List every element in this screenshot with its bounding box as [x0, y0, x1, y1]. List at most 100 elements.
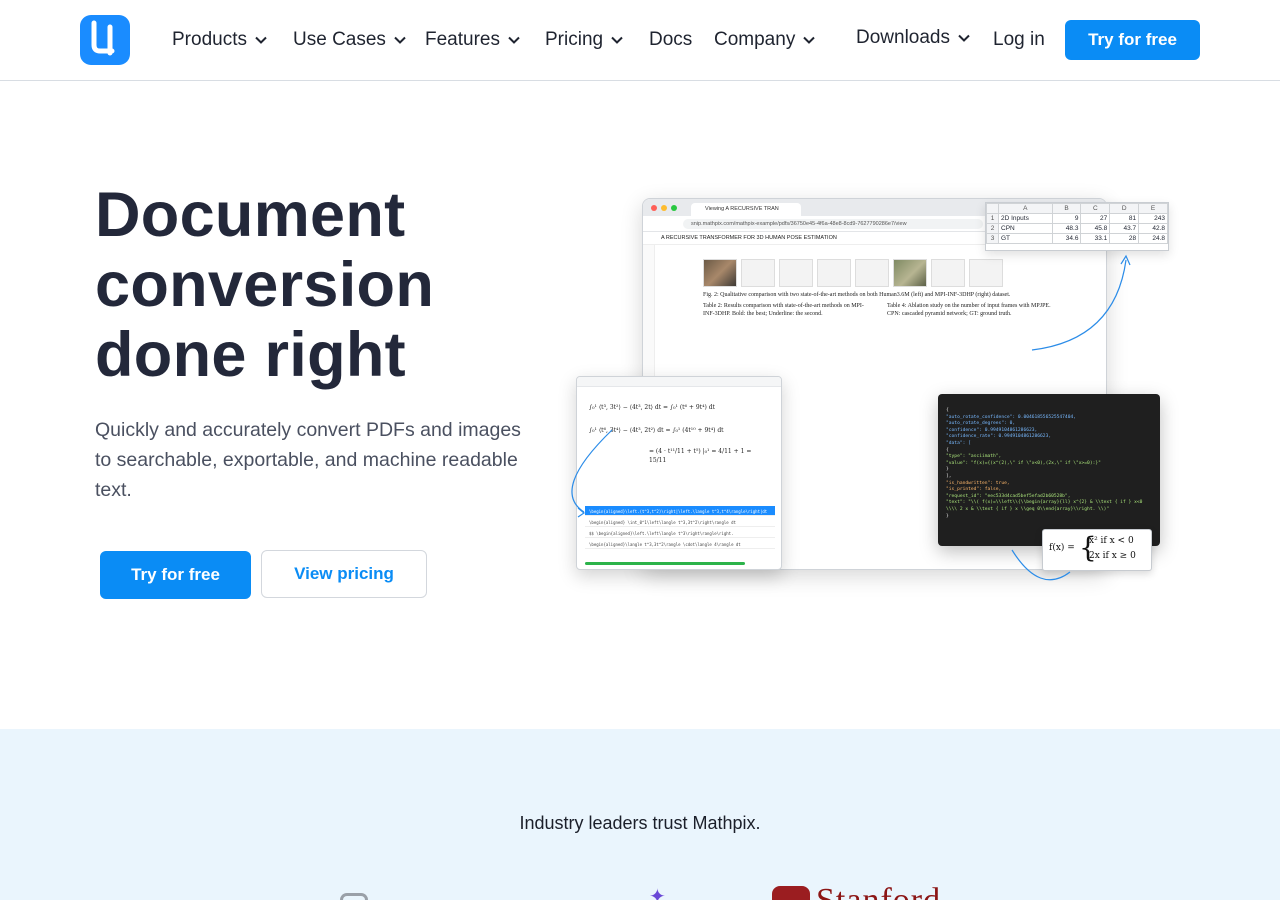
snip-result-row[interactable]: \begin{aligned}\langle t^3,3t^2\rangle \…	[585, 539, 775, 549]
star-logo-icon: ✦	[649, 886, 666, 900]
json-line: "auto_rotate_degrees": 0,	[946, 421, 1016, 427]
spreadsheet-row: 3 GT 34.6 33.1 28 24.8	[986, 233, 1168, 244]
json-line: }	[946, 467, 949, 473]
figure-caption: Fig. 2: Qualitative comparison with two …	[703, 292, 1011, 298]
nav-downloads[interactable]: Downloads	[856, 27, 971, 49]
spreadsheet-cell: 27	[1080, 213, 1111, 224]
maximize-dot-icon	[671, 204, 677, 211]
nav-products[interactable]: Products	[172, 29, 268, 51]
chevron-down-icon	[958, 34, 970, 42]
snip-toolbar	[577, 377, 781, 387]
figure-photo	[893, 259, 927, 287]
json-line: }	[946, 513, 949, 519]
spreadsheet-header-cell: C	[1080, 203, 1111, 214]
spreadsheet-cell: CPN	[998, 223, 1053, 234]
spreadsheet-header-cell: D	[1109, 203, 1140, 214]
snip-progress-bar	[585, 562, 745, 565]
spreadsheet-cell: 81	[1109, 213, 1140, 224]
json-line: "text": "\\( f(x)=\\left\\{\\begin{array…	[946, 500, 1143, 512]
row-number: 2	[986, 223, 999, 234]
spreadsheet-cell: 45.8	[1080, 223, 1111, 234]
json-output-panel: { "auto_rotate_confidence": 0.0046185565…	[938, 394, 1160, 546]
row-number: 3	[986, 233, 999, 244]
figure-pose	[969, 259, 1003, 287]
spreadsheet-header-cell: E	[1138, 203, 1168, 214]
spreadsheet-cell: 33.1	[1080, 233, 1111, 244]
trust-section: Industry leaders trust Mathpix.	[0, 729, 1280, 900]
chevron-down-icon	[611, 36, 623, 44]
hero-title-line-2: conversion	[95, 250, 435, 320]
spreadsheet-row: 2 CPN 48.3 45.8 43.7 42.8	[986, 223, 1168, 234]
spreadsheet-header-cell: B	[1051, 203, 1082, 214]
nav-features-label: Features	[425, 29, 500, 50]
hero-title-line-3: done right	[95, 320, 406, 390]
json-line: "is_printed": false,	[946, 487, 1002, 493]
figure-pose	[855, 259, 889, 287]
spreadsheet-header-cell: A	[998, 203, 1053, 214]
trust-title: Industry leaders trust Mathpix.	[519, 813, 761, 833]
snip-result-row[interactable]: $$ \begin{aligned}\left.\left\langle t^3…	[585, 528, 775, 538]
snip-app-window: ∫₀¹ ⟨t³, 3t²⟩ − ⟨4t³, 2t⟩ dt = ∫₀¹ (t⁶ +…	[576, 376, 782, 570]
stanford-wordmark: Stanford	[816, 886, 941, 900]
json-line: {	[946, 408, 949, 413]
table2-caption: Table 2: Results comparison with state-o…	[703, 303, 864, 317]
nav-company[interactable]: Company	[714, 29, 816, 51]
chevron-down-icon	[394, 36, 406, 44]
login-label: Log in	[993, 29, 1045, 50]
paper-page: Fig. 2: Qualitative comparison with two …	[703, 259, 1063, 318]
formula-lhs: f(x) =	[1049, 543, 1075, 553]
hero-try-free-button[interactable]: Try for free	[100, 551, 251, 599]
chevron-down-icon	[255, 36, 267, 44]
nav-use-cases-label: Use Cases	[293, 29, 386, 50]
arrow-head-icon	[1120, 254, 1131, 266]
spreadsheet-cell: 34.6	[1051, 233, 1082, 244]
table4-caption: Table 4: Ablation study on the number of…	[887, 303, 1051, 317]
spreadsheet-cell: 2D Inputs	[998, 213, 1053, 224]
spreadsheet-cell: 42.8	[1138, 223, 1168, 234]
hero-title: Document conversion done right	[95, 180, 555, 390]
hero-title-line-1: Document	[95, 180, 406, 250]
figure-photo	[703, 259, 737, 287]
stanford-logo: Stanford	[772, 886, 964, 900]
row-number: 1	[986, 213, 999, 224]
handwritten-formula-card: f(x) = { x² if x < 0 2x if x ≥ 0	[1042, 529, 1152, 571]
nav-features[interactable]: Features	[425, 29, 521, 51]
top-navigation: Products Use Cases Features Pricing Docs…	[0, 0, 1280, 81]
nav-docs[interactable]: Docs	[649, 29, 692, 51]
snip-result-row[interactable]: \begin{aligned}\left.(t^3,t^2)\right|\le…	[585, 506, 775, 516]
nav-pricing[interactable]: Pricing	[545, 29, 624, 51]
nav-use-cases[interactable]: Use Cases	[293, 29, 407, 51]
formula-case-1: x² if x < 0	[1089, 536, 1134, 546]
json-line: "data": [	[946, 440, 971, 446]
spreadsheet-row: 1 2D Inputs 9 27 81 243	[986, 213, 1168, 224]
mathpix-logo-icon[interactable]	[80, 15, 130, 65]
figure-pose	[741, 259, 775, 287]
nav-pricing-label: Pricing	[545, 29, 604, 50]
browser-tab: Viewing A RECURSIVE TRAN	[691, 203, 801, 216]
stanford-shield-icon	[772, 886, 810, 900]
close-dot-icon	[651, 204, 657, 211]
header-try-free-button[interactable]: Try for free	[1065, 20, 1200, 60]
browser-url: snip.mathpix.com/mathpix-example/pdfs/36…	[683, 218, 983, 229]
json-line: "type": "asciimath",	[946, 454, 1002, 460]
spreadsheet-cell: 24.8	[1138, 233, 1168, 244]
spreadsheet-cell: 243	[1138, 213, 1168, 224]
spreadsheet-cell: 28	[1109, 233, 1140, 244]
spreadsheet-table: A B C D E 1 2D Inputs 9 27 81 243 2 CPN …	[986, 203, 1168, 244]
snip-result-row[interactable]: \begin{aligned} \int_0^1\left\langle t^3…	[585, 517, 775, 527]
figure-thumbnails	[703, 259, 1063, 287]
view-pricing-button[interactable]: View pricing	[261, 550, 427, 598]
spreadsheet-header-row: A B C D E	[986, 203, 1168, 214]
json-line: "confidence_rate": 0.9949104861286623,	[946, 434, 1052, 440]
chevron-down-icon	[803, 36, 816, 44]
json-line: ],	[946, 473, 952, 479]
nav-docs-label: Docs	[649, 29, 693, 50]
snip-rendered-math: ∫₀¹ ⟨t³, 3t²⟩ − ⟨4t³, 2t⟩ dt = ∫₀¹ (t⁶ +…	[589, 404, 752, 464]
snip-result-list: \begin{aligned}\left.(t^3,t^2)\right|\le…	[585, 506, 775, 550]
minimize-dot-icon	[661, 204, 667, 211]
figure-pose	[931, 259, 965, 287]
figure-pose	[779, 259, 813, 287]
product-illustration: Viewing A RECURSIVE TRAN snip.mathpix.co…	[570, 190, 1180, 590]
spreadsheet-cell: 9	[1051, 213, 1082, 224]
login-link[interactable]: Log in	[993, 29, 1045, 51]
